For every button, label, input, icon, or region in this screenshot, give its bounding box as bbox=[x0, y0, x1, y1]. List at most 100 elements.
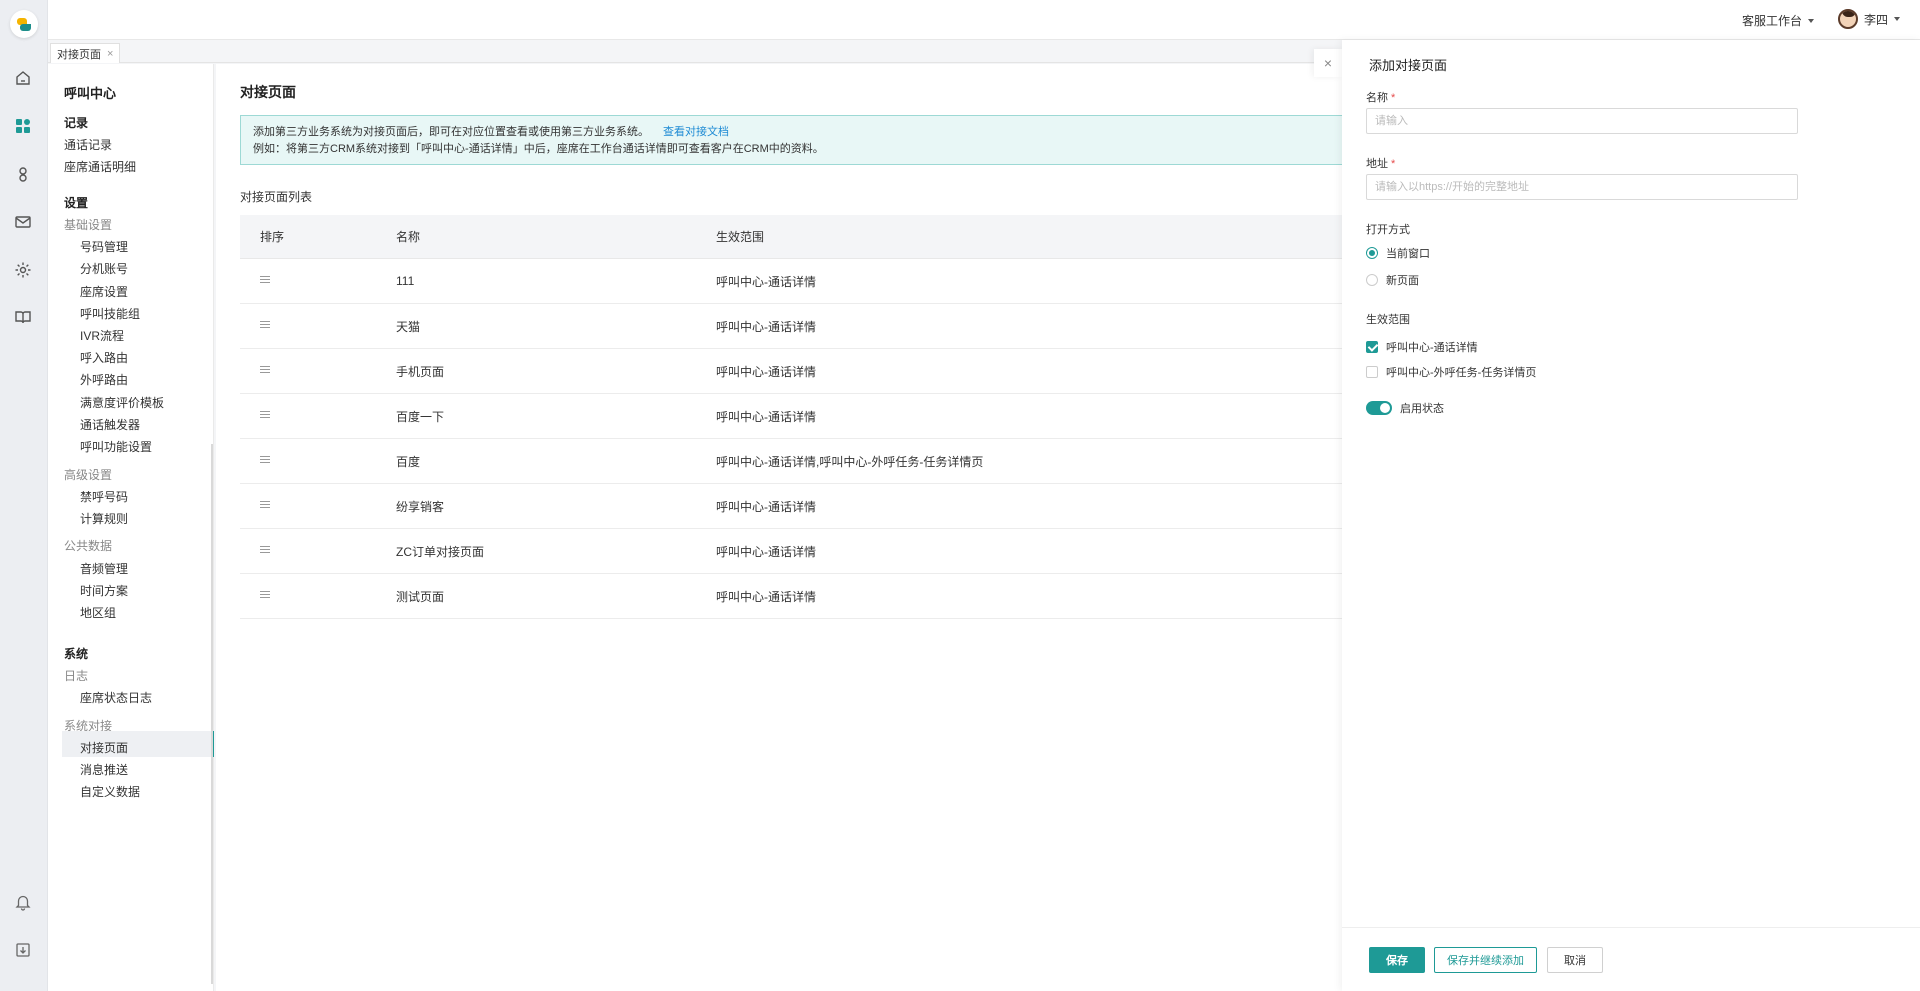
top-header: 客服工作台 李四 bbox=[48, 0, 1920, 40]
status-toggle[interactable] bbox=[1366, 401, 1392, 415]
bell-icon[interactable] bbox=[12, 891, 34, 913]
icon-rail bbox=[0, 0, 48, 991]
scope-label: 生效范围 bbox=[1366, 314, 1410, 326]
name-input[interactable] bbox=[1366, 108, 1798, 134]
order-cell bbox=[240, 454, 396, 468]
menu-group-basic: 基础设置 bbox=[64, 218, 113, 232]
required-mark: * bbox=[1391, 92, 1396, 104]
column-header-order: 排序 bbox=[260, 230, 285, 244]
menu-item-ivr[interactable]: IVR流程 bbox=[80, 327, 124, 344]
name-cell: 天猫 bbox=[396, 319, 421, 334]
cancel-button[interactable]: 取消 bbox=[1547, 947, 1603, 973]
menu-group-log: 日志 bbox=[64, 669, 89, 683]
name-cell: ZC订单对接页面 bbox=[396, 544, 484, 559]
drawer-close-button[interactable]: × bbox=[1314, 49, 1342, 77]
menu-item-inbound-routing[interactable]: 呼入路由 bbox=[80, 349, 128, 366]
menu-item-skill-groups[interactable]: 呼叫技能组 bbox=[80, 305, 140, 322]
user-name: 李四 bbox=[1863, 12, 1888, 27]
menu-item-calculation-rules[interactable]: 计算规则 bbox=[80, 510, 128, 527]
radio-label: 新页面 bbox=[1386, 275, 1419, 287]
radio-dot bbox=[1366, 274, 1378, 286]
drag-handle-icon[interactable] bbox=[260, 499, 270, 510]
radio-dot bbox=[1366, 247, 1378, 259]
order-cell bbox=[240, 274, 396, 288]
address-input[interactable] bbox=[1366, 174, 1798, 200]
name-cell: 111 bbox=[396, 274, 415, 288]
view-docs-link[interactable]: 查看对接文档 bbox=[663, 126, 729, 138]
menu-item-outbound-routing[interactable]: 外呼路由 bbox=[80, 371, 128, 388]
radio-new-page[interactable]: 新页面 bbox=[1366, 272, 1419, 288]
menu-scrollbar[interactable] bbox=[211, 444, 213, 984]
close-icon[interactable]: × bbox=[107, 48, 113, 60]
drag-handle-icon[interactable] bbox=[260, 544, 270, 555]
dashboard-icon[interactable] bbox=[12, 115, 34, 137]
order-cell bbox=[240, 589, 396, 603]
workspace-dropdown[interactable]: 客服工作台 bbox=[1742, 12, 1814, 29]
menu-item-number-management[interactable]: 号码管理 bbox=[80, 238, 128, 255]
download-icon[interactable] bbox=[12, 939, 34, 961]
menu-item-message-push[interactable]: 消息推送 bbox=[80, 761, 128, 778]
name-cell: 百度一下 bbox=[396, 409, 445, 424]
open-mode-label: 打开方式 bbox=[1366, 224, 1410, 236]
menu-section-record: 记录 bbox=[64, 116, 89, 130]
drag-handle-icon[interactable] bbox=[260, 454, 270, 465]
tab-label: 对接页面 bbox=[57, 48, 101, 61]
menu-item-region-groups[interactable]: 地区组 bbox=[80, 604, 116, 621]
menu-group-public-data: 公共数据 bbox=[64, 539, 113, 553]
save-and-continue-button[interactable]: 保存并继续添加 bbox=[1434, 947, 1537, 973]
radio-current-window[interactable]: 当前窗口 bbox=[1366, 245, 1430, 261]
drawer-footer: 保存 保存并继续添加 取消 bbox=[1342, 927, 1920, 991]
menu-item-time-schemes[interactable]: 时间方案 bbox=[80, 582, 128, 599]
workspace-label: 客服工作台 bbox=[1741, 14, 1802, 28]
menu-item-call-records[interactable]: 通话记录 bbox=[64, 136, 112, 153]
menu-item-extension-accounts[interactable]: 分机账号 bbox=[80, 260, 128, 277]
tab-integration-page[interactable]: 对接页面 × bbox=[50, 43, 121, 63]
drag-handle-icon[interactable] bbox=[260, 409, 270, 420]
menu-item-call-triggers[interactable]: 通话触发器 bbox=[80, 416, 140, 433]
radio-label: 当前窗口 bbox=[1386, 248, 1430, 260]
contacts-icon[interactable] bbox=[12, 163, 34, 185]
checkbox-box bbox=[1366, 341, 1378, 353]
name-field-label: 名称 * bbox=[1366, 89, 1395, 105]
menu-item-agent-call-details[interactable]: 座席通话明细 bbox=[64, 158, 136, 175]
column-header-name: 名称 bbox=[396, 230, 421, 244]
address-label-text: 地址 bbox=[1366, 158, 1388, 170]
mail-icon[interactable] bbox=[12, 211, 34, 233]
user-menu[interactable]: 李四 bbox=[1837, 9, 1900, 29]
order-cell bbox=[240, 319, 396, 333]
menu-item-custom-data[interactable]: 自定义数据 bbox=[80, 783, 140, 800]
menu-item-audio[interactable]: 音频管理 bbox=[80, 560, 128, 577]
order-cell bbox=[240, 364, 396, 378]
checkbox-box bbox=[1366, 366, 1378, 378]
status-toggle-row: 启用状态 bbox=[1366, 400, 1444, 416]
book-icon[interactable] bbox=[12, 306, 34, 328]
menu-item-integration-pages[interactable]: 对接页面 bbox=[80, 739, 128, 756]
drag-handle-icon[interactable] bbox=[260, 274, 270, 285]
chevron-down-icon bbox=[1894, 17, 1900, 21]
name-label-text: 名称 bbox=[1366, 92, 1388, 104]
checkbox-task-details[interactable]: 呼叫中心-外呼任务-任务详情页 bbox=[1366, 364, 1536, 380]
menu-title: 呼叫中心 bbox=[64, 86, 117, 101]
menu-group-advanced: 高级设置 bbox=[64, 468, 113, 482]
home-icon[interactable] bbox=[12, 67, 34, 89]
order-cell bbox=[240, 409, 396, 423]
order-cell bbox=[240, 499, 396, 513]
add-integration-drawer: 添加对接页面 名称* 地址* 打开方式 当前窗口 新页面 生效范围 呼叫中心-通… bbox=[1342, 40, 1920, 991]
avatar bbox=[1837, 9, 1858, 29]
settings-icon[interactable] bbox=[12, 259, 34, 281]
checkbox-label: 呼叫中心-外呼任务-任务详情页 bbox=[1386, 367, 1537, 379]
drag-handle-icon[interactable] bbox=[260, 589, 270, 600]
checkbox-label: 呼叫中心-通话详情 bbox=[1386, 342, 1478, 354]
menu-item-satisfaction-template[interactable]: 满意度评价模板 bbox=[80, 394, 164, 411]
save-button[interactable]: 保存 bbox=[1369, 947, 1425, 973]
drag-handle-icon[interactable] bbox=[260, 364, 270, 375]
checkbox-call-details[interactable]: 呼叫中心-通话详情 bbox=[1366, 339, 1478, 355]
menu-item-agent-status-log[interactable]: 座席状态日志 bbox=[80, 689, 152, 706]
menu-item-call-features[interactable]: 呼叫功能设置 bbox=[80, 438, 152, 455]
menu-item-agent-settings[interactable]: 座席设置 bbox=[80, 283, 128, 300]
name-cell: 测试页面 bbox=[396, 589, 445, 604]
menu-section-system: 系统 bbox=[64, 647, 89, 661]
menu-item-blocked-numbers[interactable]: 禁呼号码 bbox=[80, 488, 128, 505]
app-logo-icon[interactable] bbox=[10, 10, 38, 38]
drag-handle-icon[interactable] bbox=[260, 319, 270, 330]
